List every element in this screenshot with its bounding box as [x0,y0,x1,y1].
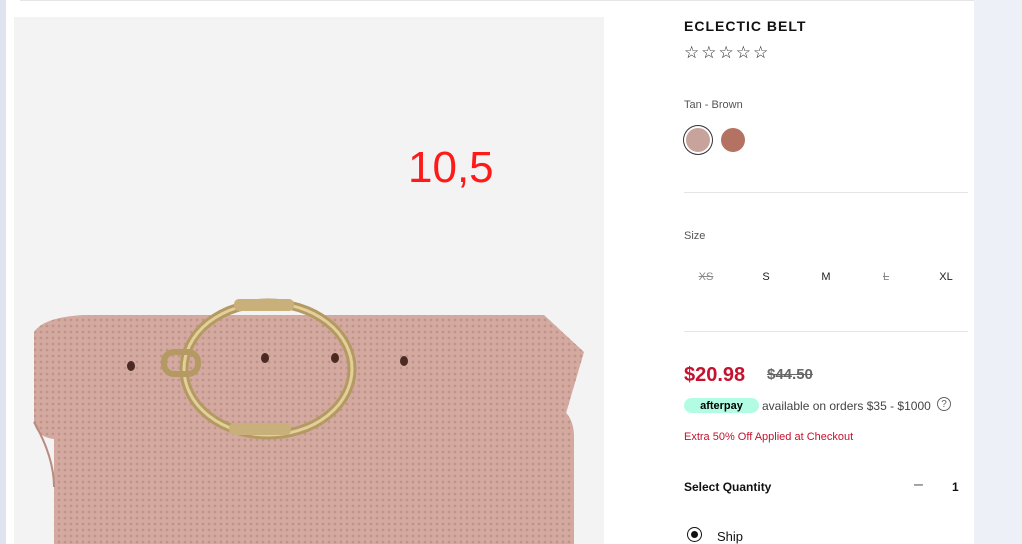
size-option-xl[interactable]: XL [931,271,961,283]
radio-selected-dot [691,531,698,538]
promo-message: Extra 50% Off Applied at Checkout [684,431,854,443]
size-option-s[interactable]: S [751,271,781,283]
color-swatch-tan-brown[interactable] [686,128,710,152]
size-option-m[interactable]: M [811,271,841,283]
size-option-xs[interactable]: XS [691,271,721,283]
star-icon[interactable]: ☆ [684,44,699,61]
quantity-decrease-button[interactable]: – [914,476,923,494]
quantity-value[interactable]: 1 [952,480,959,494]
ship-radio[interactable] [687,527,702,542]
ship-option-label[interactable]: Ship [717,529,743,544]
product-image[interactable] [14,17,604,544]
color-swatch-brown[interactable] [721,128,745,152]
product-title: ECLECTIC BELT [684,18,807,34]
star-icon[interactable]: ☆ [736,44,751,61]
quantity-label: Select Quantity [684,480,772,494]
rating-stars[interactable]: ☆ ☆ ☆ ☆ ☆ [684,44,768,61]
sale-price: $20.98 [684,364,746,386]
star-icon[interactable]: ☆ [719,44,734,61]
afterpay-logo: afterpay [684,398,759,413]
afterpay-availability: available on orders $35 - $1000 [762,399,931,413]
top-divider [20,0,974,1]
belt-image [33,298,584,544]
size-option-l[interactable]: L [871,271,901,283]
original-price: $44.50 [767,366,813,383]
star-icon[interactable]: ☆ [701,44,716,61]
size-label: Size [684,230,706,242]
annotation-label: 10,5 [408,143,494,192]
selected-color-label: Tan - Brown [684,99,743,111]
star-icon[interactable]: ☆ [753,44,768,61]
help-icon[interactable]: ? [937,397,951,411]
section-divider [684,192,968,193]
section-divider [684,331,968,332]
